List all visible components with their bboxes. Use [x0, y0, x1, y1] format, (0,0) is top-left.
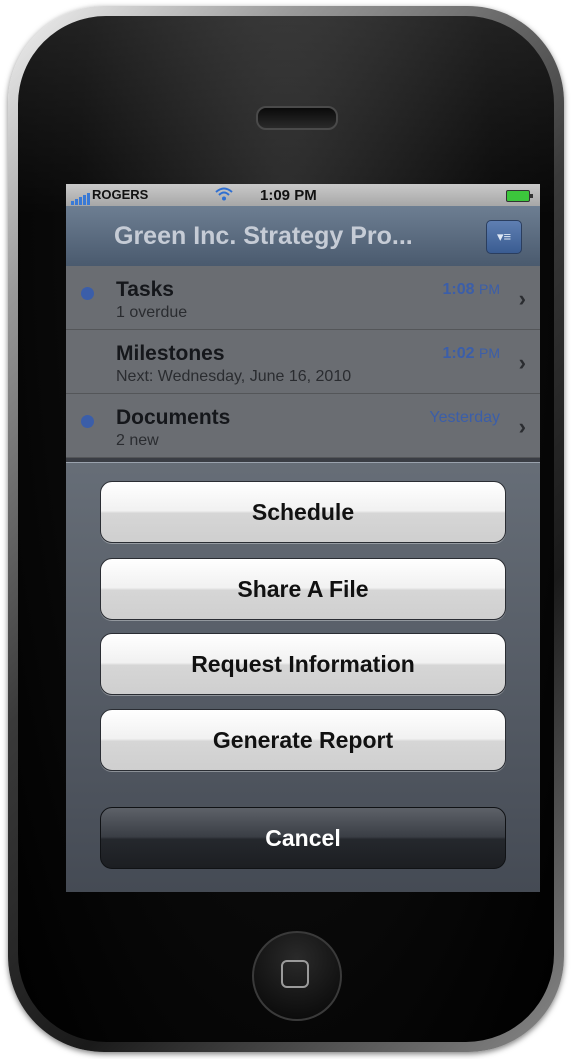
share-a-file-button[interactable]: Share A File [100, 558, 506, 620]
battery-icon [506, 190, 533, 202]
unread-dot-icon [81, 415, 94, 428]
menu-button[interactable]: ▾≡ [486, 220, 522, 254]
status-time: 1:09 PM [260, 187, 317, 204]
list-item-time: 1:02 PM [442, 345, 500, 362]
list-item-time: Yesterday [429, 409, 500, 426]
list-item-tasks[interactable]: Tasks 1 overdue 1:08 PM › [66, 266, 540, 330]
unread-dot-icon [81, 287, 94, 300]
list-item-title: Tasks [116, 278, 174, 301]
chevron-right-icon: › [518, 286, 526, 311]
screen: ROGERS 1:09 PM Green Inc. Strategy Pro..… [66, 184, 540, 892]
status-bar: ROGERS 1:09 PM [66, 184, 540, 206]
home-square-icon [281, 960, 309, 988]
home-button[interactable] [252, 931, 342, 1021]
list-item-subtitle: 1 overdue [116, 304, 188, 321]
navigation-bar: Green Inc. Strategy Pro... ▾≡ [66, 206, 540, 266]
list-item-subtitle: Next: Wednesday, June 16, 2010 [116, 368, 352, 385]
carrier-name: ROGERS [92, 187, 149, 202]
list-item-time: 1:08 PM [442, 281, 500, 298]
wifi-icon [214, 186, 234, 205]
menu-icon: ▾≡ [496, 229, 512, 244]
list-item-documents[interactable]: Documents 2 new Yesterday › [66, 394, 540, 458]
cancel-button[interactable]: Cancel [100, 807, 506, 869]
chevron-right-icon: › [518, 414, 526, 439]
nav-title: Green Inc. Strategy Pro... [114, 222, 413, 250]
list-item-milestones[interactable]: Milestones Next: Wednesday, June 16, 201… [66, 330, 540, 394]
chevron-right-icon: › [518, 350, 526, 375]
list-item-title: Milestones [116, 342, 225, 365]
request-information-button[interactable]: Request Information [100, 633, 506, 695]
action-sheet: Schedule Share A File Request Informatio… [66, 462, 540, 892]
earpiece-speaker [256, 106, 338, 130]
list-item-title: Documents [116, 406, 231, 429]
schedule-button[interactable]: Schedule [100, 481, 506, 543]
signal-bars-icon [71, 189, 91, 205]
generate-report-button[interactable]: Generate Report [100, 709, 506, 771]
content-list: Tasks 1 overdue 1:08 PM › Milestones Nex… [66, 266, 540, 458]
list-item-subtitle: 2 new [116, 432, 159, 449]
